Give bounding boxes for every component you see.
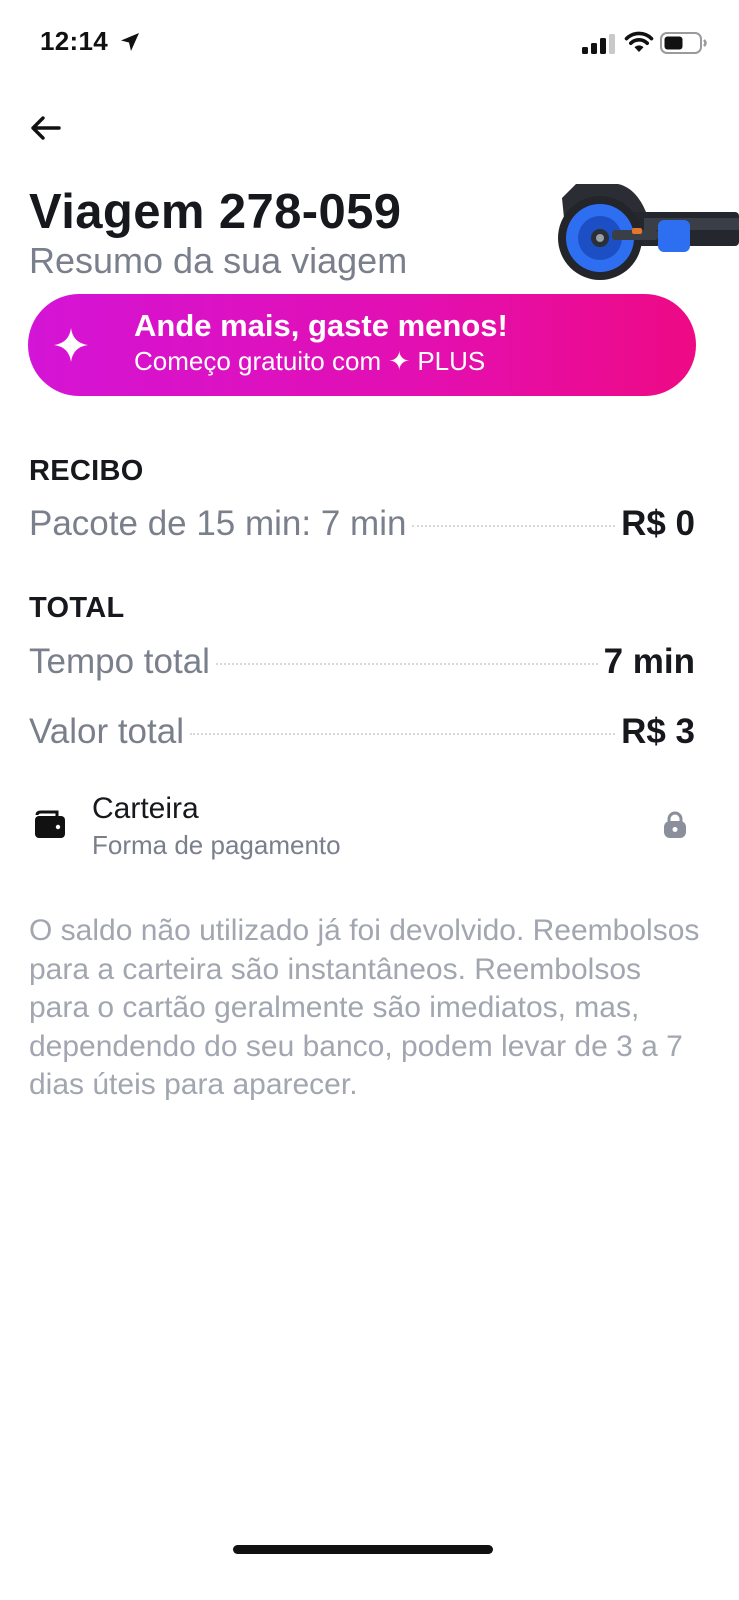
sparkle-icon xyxy=(54,328,88,362)
location-arrow-icon xyxy=(121,33,139,51)
dotted-leader xyxy=(412,525,616,527)
promo-title: Ande mais, gaste menos! xyxy=(134,308,508,343)
total-time-value: 7 min xyxy=(603,642,695,681)
status-time: 12:14 xyxy=(40,26,108,56)
receipt-row: Pacote de 15 min: 7 min R$ 0 xyxy=(29,504,695,552)
battery-icon xyxy=(660,32,707,54)
payment-subtitle: Forma de pagamento xyxy=(92,830,341,860)
receipt-heading: RECIBO xyxy=(29,455,144,487)
total-value-label: Valor total xyxy=(29,712,184,751)
payment-method-row[interactable]: Carteira Forma de pagamento xyxy=(29,788,695,864)
wallet-icon xyxy=(35,810,65,838)
promo-subtitle: Começo gratuito com ✦ PLUS xyxy=(134,346,486,376)
refund-note: O saldo não utilizado já foi devolvido. … xyxy=(29,914,700,1101)
total-heading: TOTAL xyxy=(29,592,125,624)
home-indicator[interactable] xyxy=(233,1545,493,1554)
status-bar: 12:14 xyxy=(0,0,739,90)
scooter-image xyxy=(558,184,739,280)
wifi-icon xyxy=(624,31,654,52)
total-row-time: Tempo total 7 min xyxy=(29,642,695,690)
receipt-row-value: R$ 0 xyxy=(621,504,695,543)
total-row-value: Valor total R$ 3 xyxy=(29,712,695,760)
dotted-leader xyxy=(215,663,598,665)
total-time-label: Tempo total xyxy=(29,642,210,681)
payment-title: Carteira xyxy=(92,792,199,825)
lock-icon xyxy=(664,811,686,838)
promo-banner[interactable]: Ande mais, gaste menos! Começo gratuito … xyxy=(28,294,696,396)
back-button[interactable] xyxy=(26,108,66,148)
receipt-row-label: Pacote de 15 min: 7 min xyxy=(29,504,407,543)
dotted-leader xyxy=(190,733,616,735)
page-title: Viagem 278-059 xyxy=(29,185,402,239)
arrow-left-icon xyxy=(31,116,61,140)
total-value-amount: R$ 3 xyxy=(621,712,695,751)
page-subtitle: Resumo da sua viagem xyxy=(29,240,408,281)
cellular-signal-icon xyxy=(582,34,615,54)
